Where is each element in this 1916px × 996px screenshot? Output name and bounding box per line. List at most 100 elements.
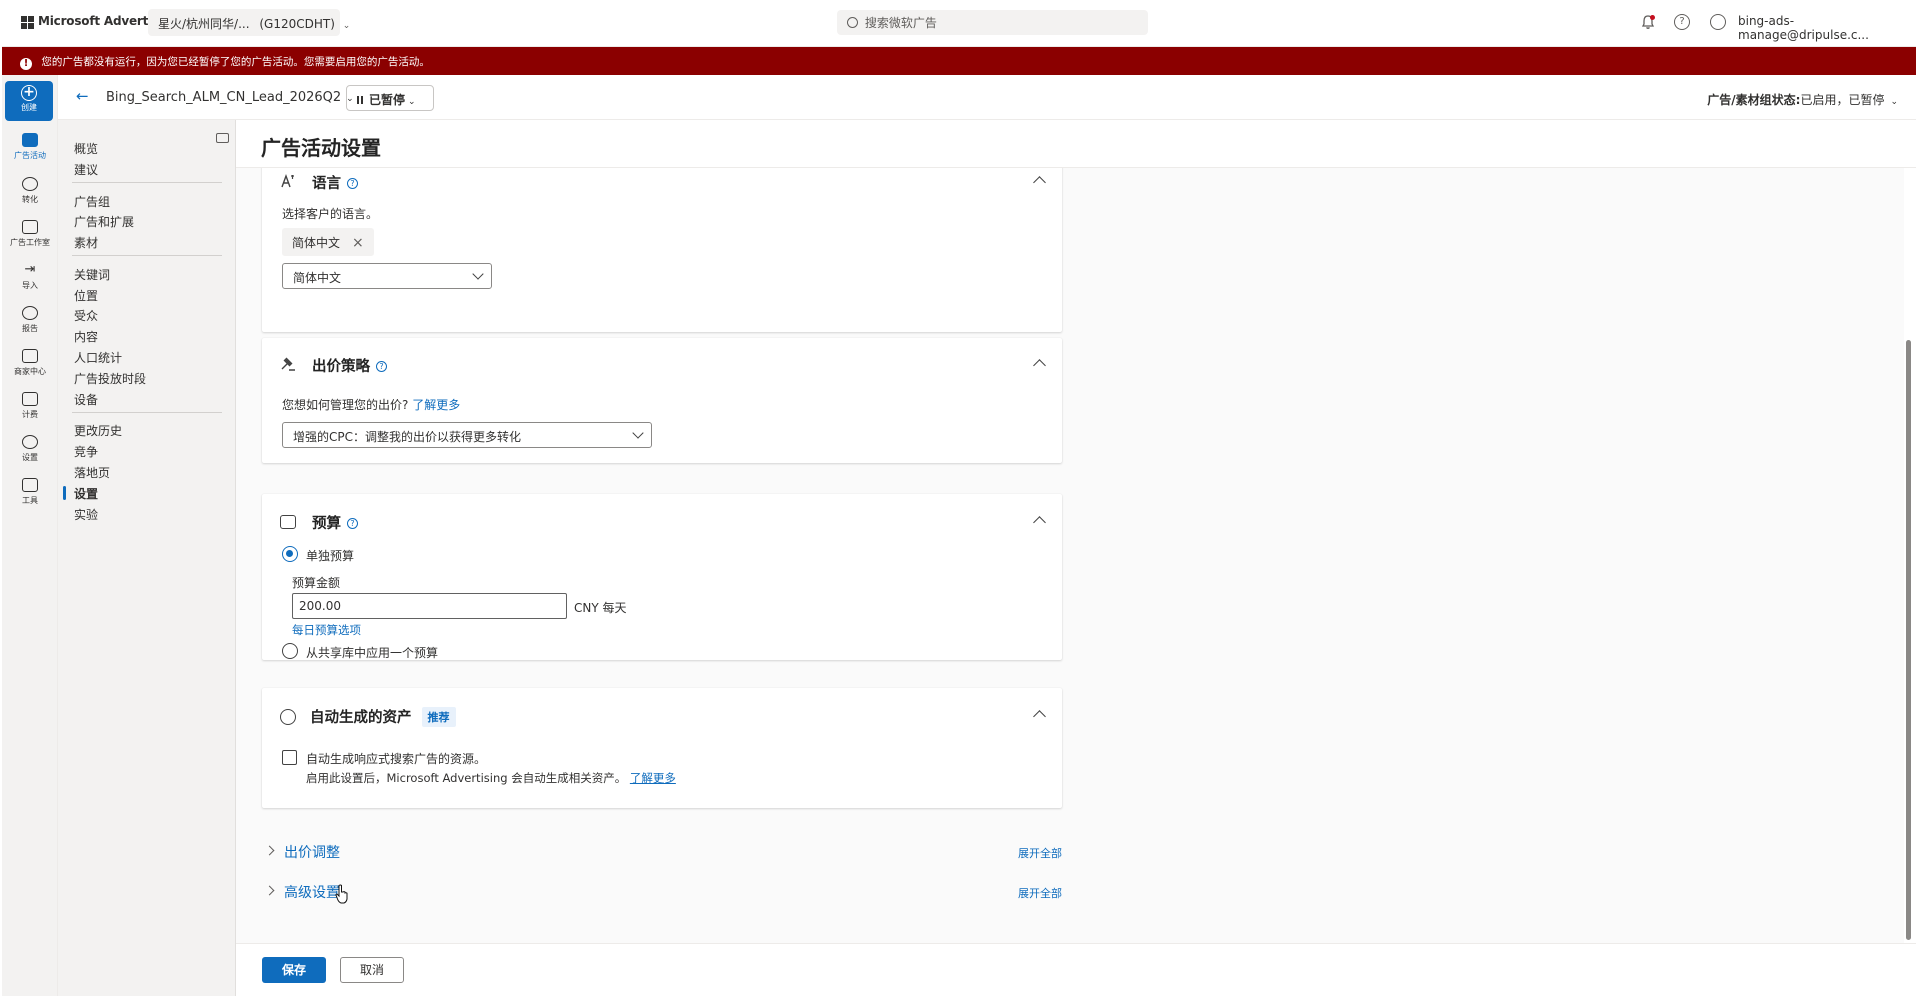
rail-item-label: 广告工作室 <box>10 238 50 247</box>
page-header: 广告活动设置 <box>236 120 1916 168</box>
bid-learn-more-link[interactable]: 了解更多 <box>412 398 460 412</box>
expand-all-link[interactable]: 展开全部 <box>1018 845 1062 861</box>
collapse-panel-icon[interactable] <box>216 133 229 143</box>
language-card-header[interactable]: 语言? <box>280 172 1044 202</box>
gavel-icon <box>281 357 295 371</box>
auto-assets-checkbox[interactable] <box>282 750 297 765</box>
plus-icon: + <box>21 85 37 101</box>
auto-assets-learn-more-link[interactable]: 了解更多 <box>630 771 676 785</box>
dropdown-value: 简体中文 <box>293 271 342 285</box>
subnav-item-settings[interactable]: 设置 <box>74 485 98 502</box>
language-icon <box>281 173 294 188</box>
subnav-item-overview[interactable]: 概览 <box>74 140 98 157</box>
recommended-badge: 推荐 <box>421 707 456 727</box>
language-prompt: 选择客户的语言。 <box>282 207 379 221</box>
shared-budget-label[interactable]: 从共享库中应用一个预算 <box>306 644 438 661</box>
subnav-item-experiments[interactable]: 实验 <box>74 506 98 523</box>
subnav-item-competition[interactable]: 竞争 <box>74 443 98 460</box>
import-arrow-icon: ⇥ <box>24 262 36 277</box>
rail-item-ad-studio[interactable]: 广告工作室 <box>2 220 58 248</box>
dropdown-value: 增强的CPC：调整我的出价以获得更多转化 <box>293 430 521 444</box>
user-avatar-icon[interactable] <box>1710 14 1726 30</box>
cancel-button[interactable]: 取消 <box>340 957 404 983</box>
bid-strategy-title: 出价策略? <box>312 355 387 376</box>
create-button[interactable]: + 创建 <box>5 81 53 121</box>
global-search-input[interactable]: 搜索微软广告 <box>837 10 1148 35</box>
ad-group-status-dropdown[interactable]: 广告/素材组状态:已启用，已暂停 ⌄ <box>1707 91 1898 108</box>
auto-assets-checkbox-label[interactable]: 自动生成响应式搜索广告的资源。 <box>306 750 486 767</box>
scrollbar-thumb[interactable] <box>1906 340 1911 940</box>
shopping-bag-icon <box>22 349 38 363</box>
subnav-item-ad-schedule[interactable]: 广告投放时段 <box>74 370 146 387</box>
rail-item-billing[interactable]: 计费 <box>2 392 58 420</box>
subnav-item-content[interactable]: 内容 <box>74 328 98 345</box>
help-icon[interactable]: ? <box>1674 14 1690 30</box>
chevron-down-icon: ⌄ <box>408 97 416 107</box>
individual-budget-label[interactable]: 单独预算 <box>306 547 354 564</box>
campaign-selector[interactable]: Bing_Search_ALM_CN_Lead_2026Q2 ⌄ <box>106 90 354 105</box>
subnav-item-recommendations[interactable]: 建议 <box>74 161 98 178</box>
collapse-chevron-up-icon[interactable] <box>1033 516 1046 529</box>
subnav-item-ads-extensions[interactable]: 广告和扩展 <box>74 213 134 230</box>
account-switcher[interactable]: 星火/杭州同华/... (G120CDHT) ⌄ <box>148 9 350 36</box>
bid-strategy-dropdown[interactable]: 增强的CPC：调整我的出价以获得更多转化 <box>282 422 652 448</box>
rail-item-label: 设置 <box>22 453 38 462</box>
individual-budget-radio[interactable] <box>282 546 298 562</box>
daily-budget-options-link[interactable]: 每日预算选项 <box>292 622 361 638</box>
alert-message: 您的广告都没有运行，因为您已经暂停了您的广告活动。您需要启用您的广告活动。 <box>41 56 430 68</box>
rail-item-conversions[interactable]: 转化 <box>2 177 58 205</box>
currency-label: CNY <box>574 601 599 615</box>
shared-budget-radio[interactable] <box>282 643 298 659</box>
account-name: 星火/杭州同华/... <box>158 17 250 31</box>
budget-amount-input[interactable]: 200.00 <box>292 593 567 619</box>
user-email[interactable]: bing-ads-manage@dripulse.c... <box>1738 14 1916 42</box>
target-icon <box>22 177 38 191</box>
alert-icon: ! <box>20 58 32 70</box>
rail-item-tools[interactable]: 工具 <box>2 478 58 506</box>
rail-item-merchant-center[interactable]: 商家中心 <box>2 349 58 377</box>
language-dropdown[interactable]: 简体中文 <box>282 263 492 289</box>
subnav-item-keywords[interactable]: 关键词 <box>74 266 110 283</box>
language-title: 语言? <box>312 172 358 193</box>
nav-divider <box>72 255 222 256</box>
chevron-down-icon <box>632 427 644 439</box>
nav-divider <box>72 412 222 413</box>
notification-bell-icon[interactable] <box>1640 14 1656 30</box>
expander-title[interactable]: 高级设置 <box>284 882 340 902</box>
subnav-item-locations[interactable]: 位置 <box>74 287 98 304</box>
rail-item-campaigns[interactable]: 广告活动 <box>2 133 58 161</box>
rail-item-settings[interactable]: 设置 <box>2 435 58 463</box>
remove-chip-icon[interactable]: × <box>352 235 364 251</box>
advanced-settings-expander[interactable]: 高级设置 展开全部 <box>262 882 1062 902</box>
subnav-item-change-history[interactable]: 更改历史 <box>74 422 122 439</box>
rail-item-label: 计费 <box>22 410 38 419</box>
subnav-item-devices[interactable]: 设备 <box>74 391 98 408</box>
info-icon[interactable]: ? <box>347 518 358 529</box>
bid-question: 您想如何管理您的出价? 了解更多 <box>282 396 460 413</box>
save-button[interactable]: 保存 <box>262 957 326 983</box>
bid-adjustments-expander[interactable]: 出价调整 展开全部 <box>262 842 1062 862</box>
language-card: 语言? 选择客户的语言。 简体中文 × 简体中文 <box>262 168 1062 332</box>
subnav-item-demographics[interactable]: 人口统计 <box>74 349 122 366</box>
campaign-status-button[interactable]: 已暂停 ⌄ <box>346 85 434 111</box>
auto-assets-description: 启用此设置后，Microsoft Advertising 会自动生成相关资产。 … <box>306 770 676 786</box>
rail-item-label: 导入 <box>22 281 38 290</box>
subnav-item-landing-pages[interactable]: 落地页 <box>74 464 110 481</box>
rail-item-import[interactable]: ⇥ 导入 <box>2 263 58 291</box>
create-label: 创建 <box>21 103 37 112</box>
expander-title[interactable]: 出价调整 <box>284 842 340 862</box>
hand-cursor-icon <box>335 884 348 904</box>
info-icon[interactable]: ? <box>376 361 387 372</box>
account-id: (G120CDHT) <box>259 17 335 31</box>
subnav-item-ad-groups[interactable]: 广告组 <box>74 193 110 210</box>
bid-strategy-card: 出价策略? 您想如何管理您的出价? 了解更多 增强的CPC：调整我的出价以获得更… <box>262 338 1062 463</box>
pause-icon <box>357 96 363 104</box>
back-arrow-icon[interactable]: ← <box>76 87 89 105</box>
collapse-chevron-up-icon[interactable] <box>1033 359 1046 372</box>
rail-item-reports[interactable]: 报告 <box>2 306 58 334</box>
subnav-item-audiences[interactable]: 受众 <box>74 307 98 324</box>
collapse-chevron-up-icon[interactable] <box>1033 710 1046 723</box>
subnav-item-assets[interactable]: 素材 <box>74 234 98 251</box>
info-icon[interactable]: ? <box>347 178 358 189</box>
expand-all-link[interactable]: 展开全部 <box>1018 885 1062 901</box>
